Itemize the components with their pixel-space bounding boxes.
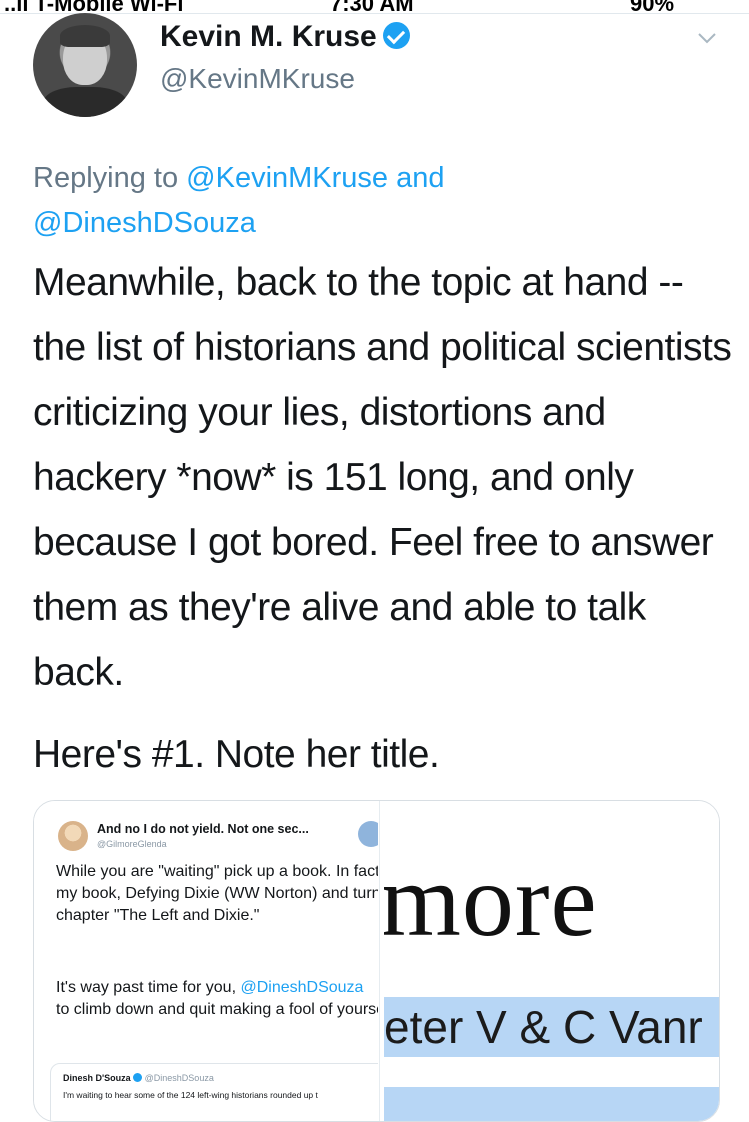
chevron-down-icon[interactable]: [697, 28, 717, 48]
media-image-book-page[interactable]: more eter V & C Vanr: [384, 801, 719, 1121]
verified-badge-icon: [382, 22, 410, 49]
nested-name: Dinesh D'Souza: [63, 1073, 131, 1083]
avatar-shirt: [43, 87, 127, 117]
nested-verified-icon: [132, 1073, 142, 1082]
media-image-quoted-tweet[interactable]: And no I do not yield. Not one sec... @G…: [34, 801, 378, 1121]
follow-dot-icon: [358, 821, 378, 847]
book-word: more: [384, 843, 598, 958]
tweet-text: Meanwhile, back to the topic at hand -- …: [33, 261, 732, 694]
reply-mention-dinesh[interactable]: @DineshDSouza: [33, 207, 256, 239]
replying-to: Replying to @KevinMKruse and @DineshDSou…: [33, 156, 723, 246]
highlight-band-text: eter V & C Vanr: [384, 1001, 703, 1053]
quoted-mention: @DineshDSouza: [240, 979, 364, 996]
quoted-body-2: It's way past time for you, @DineshDSouz…: [56, 977, 378, 1021]
nested-tweet: Dinesh D'Souza @DineshDSouza I'm waiting …: [50, 1063, 378, 1121]
status-bar: ..ıı T-Mobile Wi-Fi 7:30 AM 90%: [0, 0, 749, 14]
battery-label: 90%: [630, 0, 675, 14]
quoted-body-2-suffix: to climb down and quit making a fool of …: [56, 1001, 378, 1018]
author-name-row[interactable]: Kevin M. Kruse: [160, 20, 410, 54]
time-label: 7:30 AM: [330, 0, 414, 14]
carrier-label: ..ıı T-Mobile Wi-Fi: [4, 0, 184, 14]
tweet-media[interactable]: And no I do not yield. Not one sec... @G…: [33, 800, 720, 1122]
reply-and[interactable]: and: [396, 162, 444, 194]
replying-prefix: Replying to: [33, 162, 179, 194]
quoted-body-1: While you are "waiting" pick up a book. …: [56, 863, 378, 924]
status-bar-divider: [0, 13, 749, 14]
quoted-handle: @GilmoreGlenda: [97, 839, 167, 849]
highlight-band-2: [384, 1087, 719, 1121]
tweet-text-2: Here's #1. Note her title.: [33, 733, 440, 776]
nested-name-row: Dinesh D'Souza @DineshDSouza: [63, 1073, 214, 1083]
quoted-body-2-prefix: It's way past time for you,: [56, 979, 237, 996]
reply-mention-kevin[interactable]: @KevinMKruse: [186, 162, 388, 194]
author-avatar[interactable]: [33, 13, 137, 117]
avatar-hair: [60, 25, 110, 47]
nested-handle: @DineshDSouza: [144, 1073, 214, 1083]
author-handle[interactable]: @KevinMKruse: [160, 63, 355, 95]
quoted-name: And no I do not yield. Not one sec...: [97, 822, 309, 836]
quoted-avatar: [58, 821, 88, 851]
author-name[interactable]: Kevin M. Kruse: [160, 20, 377, 53]
